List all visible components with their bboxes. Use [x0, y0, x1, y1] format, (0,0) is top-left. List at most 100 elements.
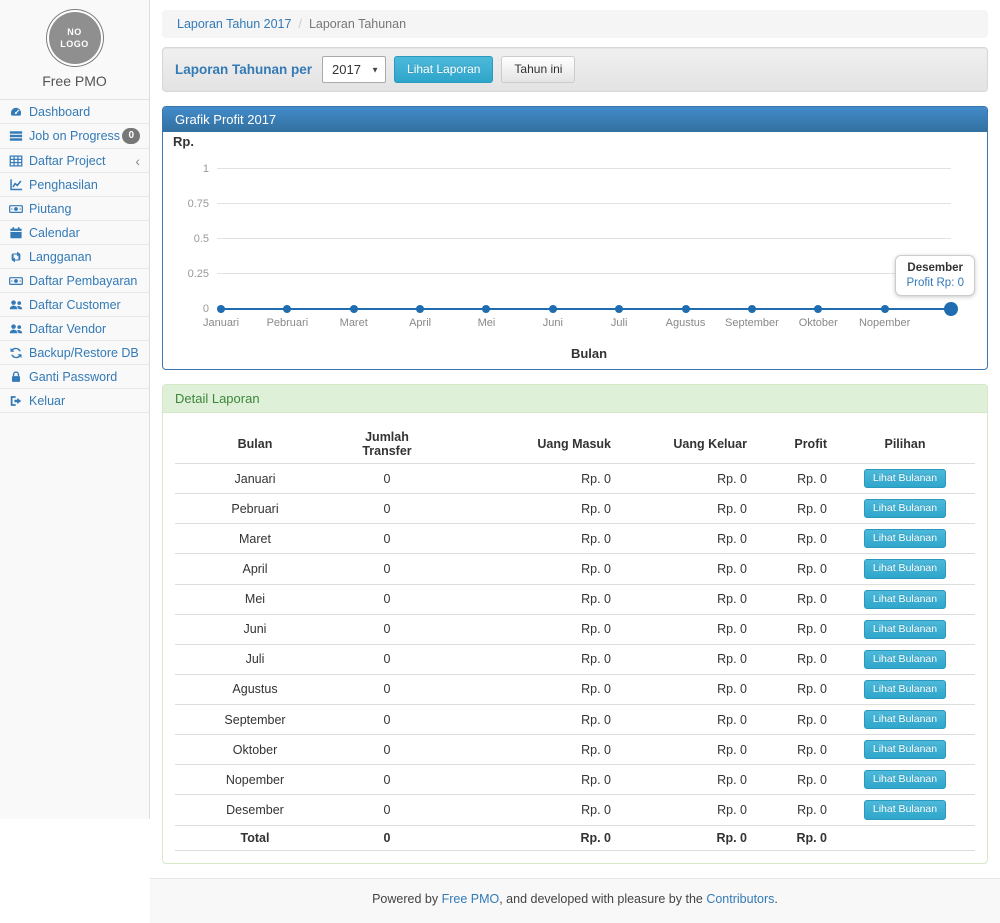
chart-panel-title: Grafik Profit 2017	[163, 107, 987, 132]
x-tick-label: April	[409, 317, 431, 329]
lihat-bulanan-button[interactable]: Lihat Bulanan	[864, 469, 946, 488]
cell-profit: Rp. 0	[755, 705, 835, 735]
x-tick-label: Nopember	[859, 317, 910, 329]
cell-jumlah-transfer: 0	[335, 735, 439, 765]
logo-area: NO LOGO Free PMO	[0, 0, 149, 99]
sidebar-item[interactable]: Piutang	[0, 197, 149, 221]
data-point-desember[interactable]	[944, 302, 958, 316]
cell-uang-keluar: Rp. 0	[619, 674, 755, 704]
users-icon	[9, 298, 23, 312]
lihat-bulanan-button[interactable]: Lihat Bulanan	[864, 710, 946, 729]
lihat-bulanan-button[interactable]: Lihat Bulanan	[864, 590, 946, 609]
sidebar-item[interactable]: Ganti Password	[0, 365, 149, 389]
x-tick-label: Juli	[611, 317, 628, 329]
cell-uang-keluar: Rp. 0	[619, 494, 755, 524]
column-header-pilihan: Pilihan	[835, 425, 975, 464]
data-point-agustus[interactable]	[682, 305, 690, 313]
lihat-bulanan-button[interactable]: Lihat Bulanan	[864, 529, 946, 548]
sidebar-item[interactable]: Keluar	[0, 389, 149, 413]
status-badge: 0	[122, 128, 140, 144]
sidebar-item-label: Dashboard	[29, 105, 90, 119]
cell-uang-masuk: Rp. 0	[439, 765, 619, 795]
footer-link-contributors[interactable]: Contributors	[706, 892, 774, 906]
sidebar-item[interactable]: Backup/Restore DB	[0, 341, 149, 365]
data-point-mei[interactable]	[482, 305, 490, 313]
lock-icon	[9, 370, 23, 384]
data-point-januari[interactable]	[217, 305, 225, 313]
chart-tooltip: Desember Profit Rp: 0	[895, 255, 975, 296]
column-header-profit: Profit	[755, 425, 835, 464]
detail-panel-body: Bulan Jumlah Transfer Uang Masuk Uang Ke…	[163, 413, 987, 863]
lihat-bulanan-button[interactable]: Lihat Bulanan	[864, 620, 946, 639]
table-header-row: Bulan Jumlah Transfer Uang Masuk Uang Ke…	[175, 425, 975, 464]
data-point-juni[interactable]	[549, 305, 557, 313]
data-point-maret[interactable]	[350, 305, 358, 313]
sidebar-item[interactable]: Daftar Vendor	[0, 317, 149, 341]
lihat-bulanan-button[interactable]: Lihat Bulanan	[864, 800, 946, 819]
tahun-ini-button[interactable]: Tahun ini	[501, 56, 575, 83]
chart-body: Rp. Desember Profit Rp: 0 00.250.50.751 …	[163, 132, 987, 361]
cell-jumlah-transfer: 0	[335, 644, 439, 674]
breadcrumb-link-laporan-tahun[interactable]: Laporan Tahun 2017	[177, 17, 291, 31]
year-select[interactable]: 2017	[322, 56, 386, 83]
chart-y-axis-label: Rp.	[173, 134, 983, 149]
sidebar-item[interactable]: Langganan	[0, 245, 149, 269]
table-row: Maret 0 Rp. 0 Rp. 0 Rp. 0 Lihat Bulanan	[175, 524, 975, 554]
cell-profit: Rp. 0	[755, 524, 835, 554]
data-point-april[interactable]	[416, 305, 424, 313]
table-row: Desember 0 Rp. 0 Rp. 0 Rp. 0 Lihat Bulan…	[175, 795, 975, 825]
y-tick-label: 0.25	[188, 268, 209, 280]
cell-uang-keluar: Rp. 0	[619, 524, 755, 554]
sidebar-item[interactable]: Calendar	[0, 221, 149, 245]
lihat-bulanan-button[interactable]: Lihat Bulanan	[864, 650, 946, 669]
data-point-juli[interactable]	[615, 305, 623, 313]
data-point-nopember[interactable]	[881, 305, 889, 313]
year-select-wrap: 2017 ▼	[322, 56, 386, 83]
cell-uang-masuk: Rp. 0	[439, 494, 619, 524]
detail-panel-title: Detail Laporan	[163, 385, 987, 413]
cell-profit: Rp. 0	[755, 614, 835, 644]
lihat-laporan-button[interactable]: Lihat Laporan	[394, 56, 493, 83]
table-row: April 0 Rp. 0 Rp. 0 Rp. 0 Lihat Bulanan	[175, 554, 975, 584]
x-tick-label: Maret	[340, 317, 368, 329]
lihat-bulanan-button[interactable]: Lihat Bulanan	[864, 559, 946, 578]
profit-chart-panel: Grafik Profit 2017 Rp. Desember Profit R…	[162, 106, 988, 370]
cell-uang-masuk: Rp. 0	[439, 554, 619, 584]
lihat-bulanan-button[interactable]: Lihat Bulanan	[864, 770, 946, 789]
calendar-icon	[9, 226, 23, 240]
lihat-bulanan-button[interactable]: Lihat Bulanan	[864, 680, 946, 699]
data-point-september[interactable]	[748, 305, 756, 313]
sidebar-item-label: Ganti Password	[29, 370, 117, 384]
retweet-icon	[9, 250, 23, 264]
lihat-bulanan-button[interactable]: Lihat Bulanan	[864, 499, 946, 518]
sidebar-item[interactable]: Job on Progress 0	[0, 124, 149, 149]
sidebar-item[interactable]: Daftar Pembayaran	[0, 269, 149, 293]
cell-uang-keluar: Rp. 0	[619, 735, 755, 765]
chart-x-axis-title: Bulan	[167, 346, 983, 361]
sidebar-item[interactable]: Dashboard	[0, 100, 149, 124]
lihat-bulanan-button[interactable]: Lihat Bulanan	[864, 740, 946, 759]
cell-pilihan: Lihat Bulanan	[835, 644, 975, 674]
footer-link-free-pmo[interactable]: Free PMO	[442, 892, 500, 906]
cell-jumlah-transfer: 0	[335, 674, 439, 704]
data-point-oktober[interactable]	[814, 305, 822, 313]
tooltip-month: Desember	[906, 262, 964, 274]
x-tick-label: Mei	[478, 317, 496, 329]
sidebar-item[interactable]: Penghasilan	[0, 173, 149, 197]
sidebar-item-label: Daftar Project	[29, 154, 105, 168]
cell-profit: Rp. 0	[755, 765, 835, 795]
main-content: Laporan Tahun 2017/Laporan Tahunan Lapor…	[150, 0, 1000, 819]
brand-name: Free PMO	[0, 73, 149, 89]
x-tick-label: Januari	[203, 317, 239, 329]
sidebar-item[interactable]: Daftar Customer	[0, 293, 149, 317]
cell-jumlah-transfer: 0	[335, 705, 439, 735]
page-footer: Powered by Free PMO, and developed with …	[150, 878, 1000, 923]
data-point-pebruari[interactable]	[283, 305, 291, 313]
cell-bulan: Juni	[175, 614, 335, 644]
cell-uang-keluar: Rp. 0	[619, 584, 755, 614]
sidebar-item-label: Job on Progress	[29, 129, 120, 143]
sidebar-item[interactable]: Daftar Project ‹	[0, 149, 149, 173]
cell-profit: Rp. 0	[755, 494, 835, 524]
filter-label: Laporan Tahunan per	[175, 62, 312, 77]
cell-bulan: Pebruari	[175, 494, 335, 524]
